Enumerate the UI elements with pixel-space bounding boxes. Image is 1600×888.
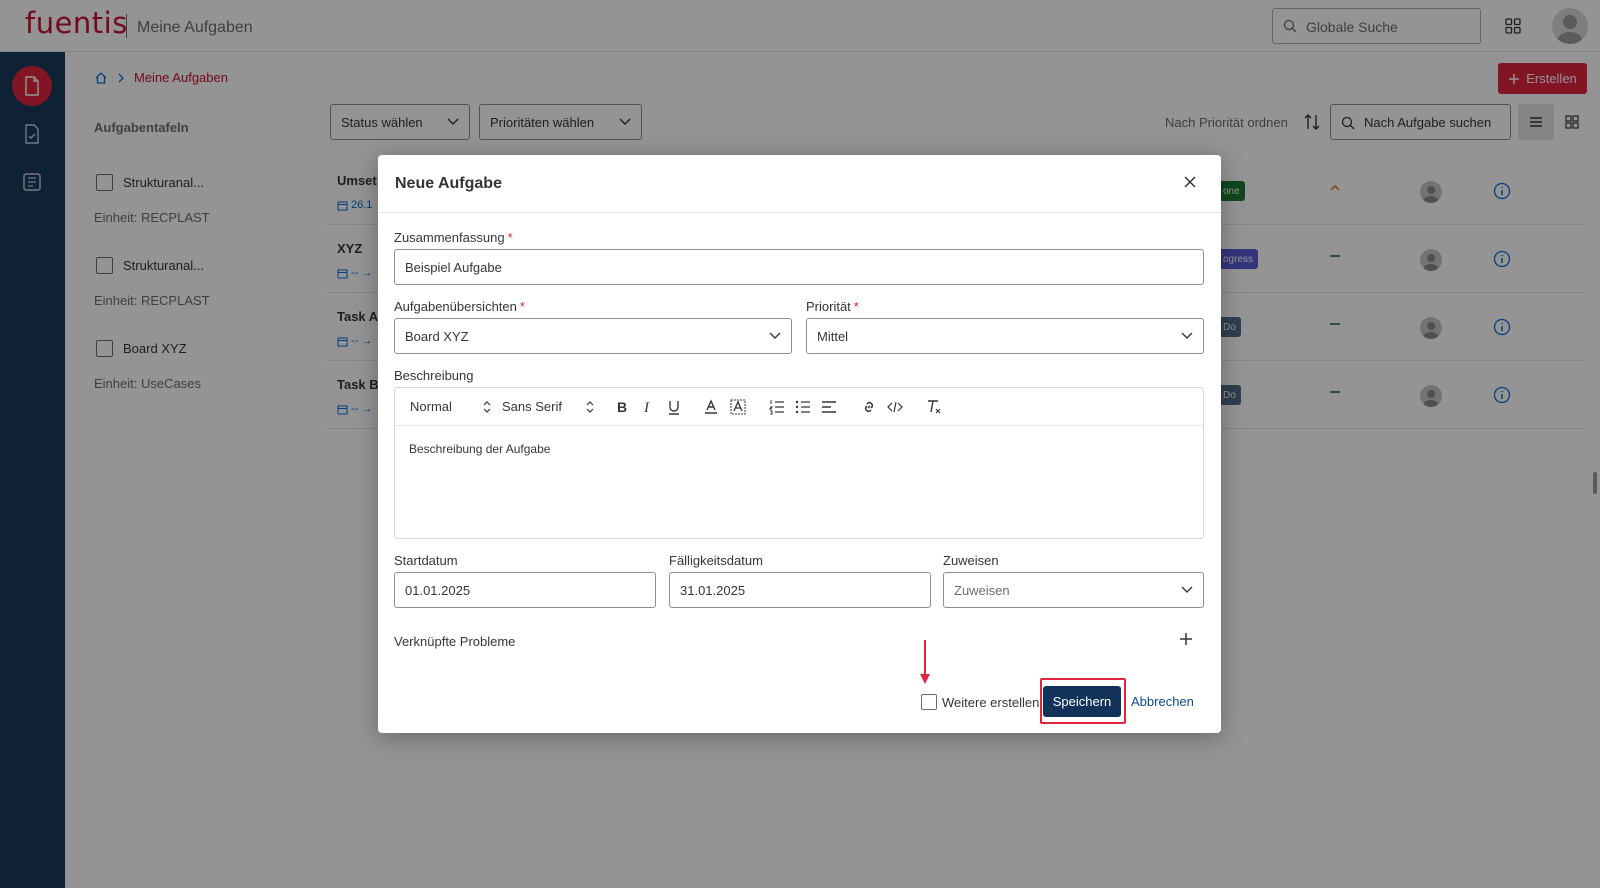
ordered-list-icon[interactable] — [769, 399, 785, 415]
close-icon[interactable] — [1183, 175, 1197, 189]
chevron-down-icon — [769, 332, 781, 339]
description-editor[interactable]: Normal Sans Serif B I Beschreibung der A… — [394, 387, 1204, 539]
due-date-value: 31.01.2025 — [680, 582, 746, 598]
bullet-list-icon[interactable] — [795, 399, 811, 415]
summary-value: Beispiel Aufgabe — [405, 259, 502, 275]
boards-label-text: Aufgabenübersichten — [394, 299, 517, 314]
start-date-value: 01.01.2025 — [405, 582, 471, 598]
add-linked-issue-plus-icon[interactable] — [1179, 632, 1193, 646]
required-mark: * — [507, 230, 513, 245]
boards-select-value: Board XYZ — [405, 328, 469, 344]
dialog-title: Neue Aufgabe — [395, 175, 502, 192]
cancel-button[interactable]: Abbrechen — [1131, 694, 1194, 709]
annotation-arrow-icon — [920, 640, 930, 684]
priority-label-text: Priorität — [806, 299, 851, 314]
create-more-checkbox[interactable]: Weitere erstellen — [921, 694, 1039, 710]
summary-input[interactable]: Beispiel Aufgabe — [394, 249, 1204, 285]
highlight-color-icon[interactable] — [730, 399, 746, 415]
dialog-header: Neue Aufgabe — [378, 155, 1221, 213]
svg-text:B: B — [617, 399, 627, 415]
required-mark: * — [853, 299, 859, 314]
underline-icon[interactable] — [667, 399, 681, 415]
svg-text:I: I — [643, 400, 650, 415]
required-mark: * — [519, 299, 525, 314]
link-icon[interactable] — [861, 399, 877, 415]
priority-label: Priorität * — [806, 299, 859, 314]
due-date-label: Fälligkeitsdatum — [669, 553, 763, 568]
updown-caret-icon — [483, 401, 491, 413]
align-left-icon[interactable] — [821, 399, 837, 415]
due-date-input[interactable]: 31.01.2025 — [669, 572, 931, 608]
summary-label-text: Zusammenfassung — [394, 230, 505, 245]
priority-select-value: Mittel — [817, 328, 849, 344]
code-icon[interactable] — [887, 399, 903, 415]
assign-select[interactable]: Zuweisen — [943, 572, 1204, 608]
bold-icon[interactable]: B — [615, 399, 629, 415]
boards-label: Aufgabenübersichten * — [394, 299, 525, 314]
assign-label: Zuweisen — [943, 553, 999, 568]
assign-placeholder: Zuweisen — [954, 582, 1010, 598]
summary-label: Zusammenfassung * — [394, 230, 513, 245]
editor-toolbar: Normal Sans Serif B I — [395, 388, 1203, 426]
boards-select[interactable]: Board XYZ — [394, 318, 792, 354]
start-date-input[interactable]: 01.01.2025 — [394, 572, 656, 608]
create-more-label: Weitere erstellen — [942, 694, 1040, 710]
italic-icon[interactable]: I — [641, 399, 655, 415]
text-color-icon[interactable] — [704, 399, 718, 415]
description-text[interactable]: Beschreibung der Aufgabe — [409, 442, 550, 456]
chevron-down-icon — [1181, 332, 1193, 339]
start-date-label: Startdatum — [394, 553, 458, 568]
description-label: Beschreibung — [394, 368, 474, 383]
new-task-dialog: Neue Aufgabe Zusammenfassung * Beispiel A… — [378, 155, 1221, 733]
linked-issues-label: Verknüpfte Probleme — [394, 634, 516, 649]
paragraph-style-select[interactable]: Normal — [410, 399, 452, 414]
save-button[interactable]: Speichern — [1043, 686, 1121, 717]
create-more-checkbox-box[interactable] — [921, 694, 937, 710]
priority-select[interactable]: Mittel — [806, 318, 1204, 354]
font-family-select[interactable]: Sans Serif — [502, 399, 562, 414]
clear-format-icon[interactable] — [926, 399, 942, 415]
updown-caret-icon — [586, 401, 594, 413]
chevron-down-icon — [1181, 586, 1193, 593]
